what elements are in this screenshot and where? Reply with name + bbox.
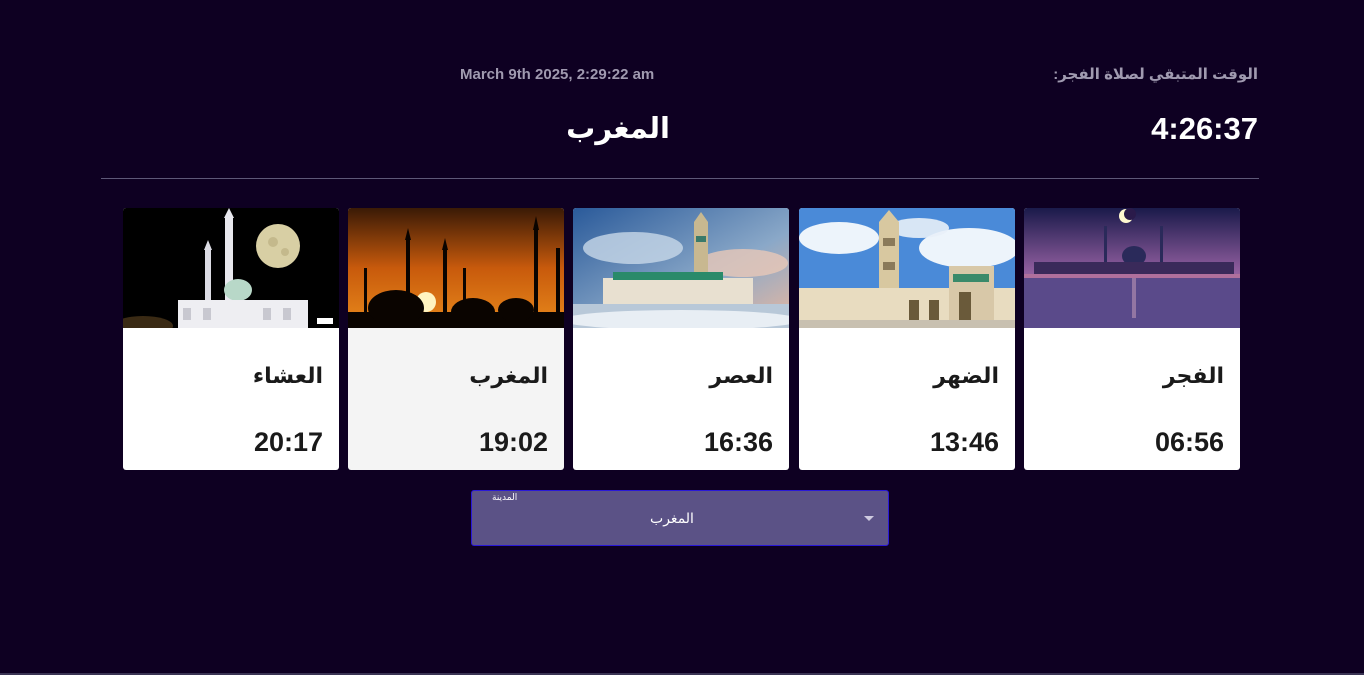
countdown-timer: 4:26:37: [1151, 111, 1258, 146]
prayer-time: 19:02: [478, 427, 548, 457]
header-divider: [101, 178, 1259, 179]
mosque-crescent-dawn-image: [1024, 208, 1240, 328]
prayer-name: العشاء: [252, 363, 323, 388]
prayer-card-maghrib: المغرب 19:02: [348, 208, 564, 470]
remaining-time-label: الوقت المتبقي لصلاة الفجر:: [1053, 66, 1258, 83]
prayer-cards: العشاء 20:17 المغرب 19:02 العصر 16:36 ال…: [123, 208, 1240, 470]
prayer-time: 20:17: [253, 427, 323, 457]
city-select-label: المدينة: [492, 492, 518, 502]
prayer-card-fajr: الفجر 06:56: [1024, 208, 1240, 470]
prayer-name: الضهر: [933, 363, 999, 388]
chevron-down-icon[interactable]: [864, 516, 874, 521]
city-select[interactable]: المدينة المغرب: [471, 490, 889, 546]
city-select-value[interactable]: المغرب: [472, 510, 872, 527]
prayer-name: الفجر: [1162, 363, 1224, 388]
mosque-full-moon-night-image: [123, 208, 339, 328]
prayer-time: 06:56: [1154, 427, 1224, 457]
prayer-card-asr: العصر 16:36: [573, 208, 789, 470]
prayer-times-page: March 9th 2025, 2:29:22 am الوقت المتبقي…: [0, 0, 1364, 675]
current-date-time: March 9th 2025, 2:29:22 am: [460, 66, 655, 83]
mosque-minaret-day-image: [799, 208, 1015, 328]
minarets-sunset-image: [348, 208, 564, 328]
prayer-name: العصر: [709, 363, 773, 388]
prayer-card-dhuhr: الضهر 13:46: [799, 208, 1015, 470]
selected-city-title: المغرب: [566, 113, 670, 145]
prayer-name: المغرب: [469, 363, 548, 388]
prayer-time: 16:36: [703, 427, 773, 457]
prayer-card-isha: العشاء 20:17: [123, 208, 339, 470]
hassan-ii-mosque-image: [573, 208, 789, 328]
prayer-time: 13:46: [929, 427, 999, 457]
